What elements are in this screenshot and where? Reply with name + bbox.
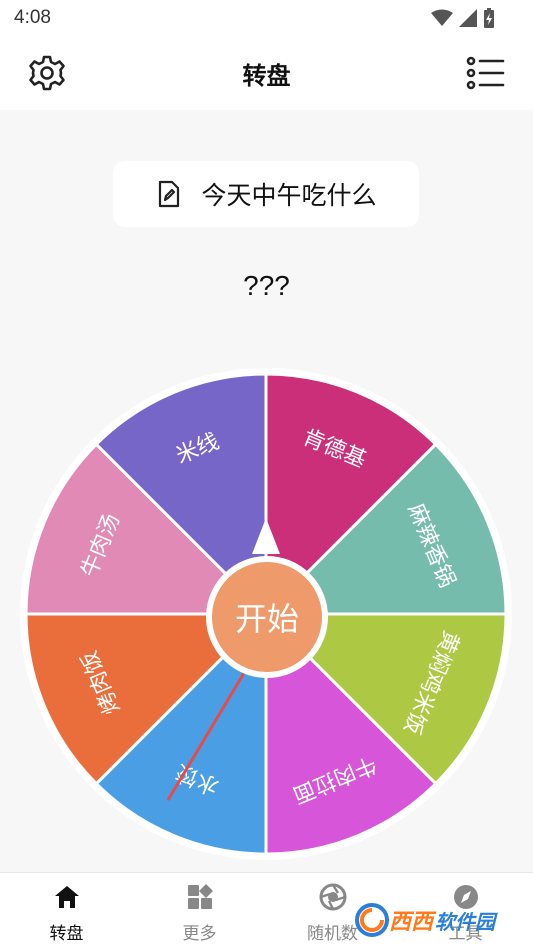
start-spin-button[interactable]: 开始 bbox=[206, 556, 328, 678]
status-icons bbox=[431, 8, 495, 28]
tab-more[interactable]: 更多 bbox=[133, 873, 266, 949]
cellular-signal-icon bbox=[459, 9, 477, 27]
battery-icon bbox=[484, 8, 494, 28]
spin-result: ??? bbox=[243, 270, 290, 301]
list-menu-icon[interactable] bbox=[466, 56, 506, 90]
status-time: 4:08 bbox=[14, 7, 51, 28]
grid-icon bbox=[187, 884, 213, 909]
tab-random-number-label: 随机数 bbox=[307, 924, 358, 944]
start-label: 开始 bbox=[234, 600, 299, 638]
app-header: 转盘 bbox=[0, 36, 533, 110]
tab-wheel[interactable]: 转盘 bbox=[0, 873, 133, 949]
home-icon bbox=[54, 886, 79, 908]
page-title: 转盘 bbox=[242, 62, 291, 90]
edit-note-icon bbox=[159, 180, 180, 208]
topic-title: 今天中午吃什么 bbox=[201, 181, 377, 210]
watermark-logo-icon bbox=[355, 903, 389, 937]
aperture-icon bbox=[319, 883, 346, 911]
status-bar: 4:08 bbox=[0, 0, 533, 36]
tab-wheel-label: 转盘 bbox=[49, 924, 84, 944]
tab-more-label: 更多 bbox=[182, 924, 217, 944]
site-watermark: 西西 软件园 bbox=[355, 900, 525, 940]
topic-card[interactable]: 今天中午吃什么 bbox=[113, 161, 419, 227]
watermark-text-1: 西西 bbox=[389, 910, 434, 935]
watermark-text-2: 软件园 bbox=[435, 909, 496, 934]
wifi-icon bbox=[431, 9, 453, 26]
